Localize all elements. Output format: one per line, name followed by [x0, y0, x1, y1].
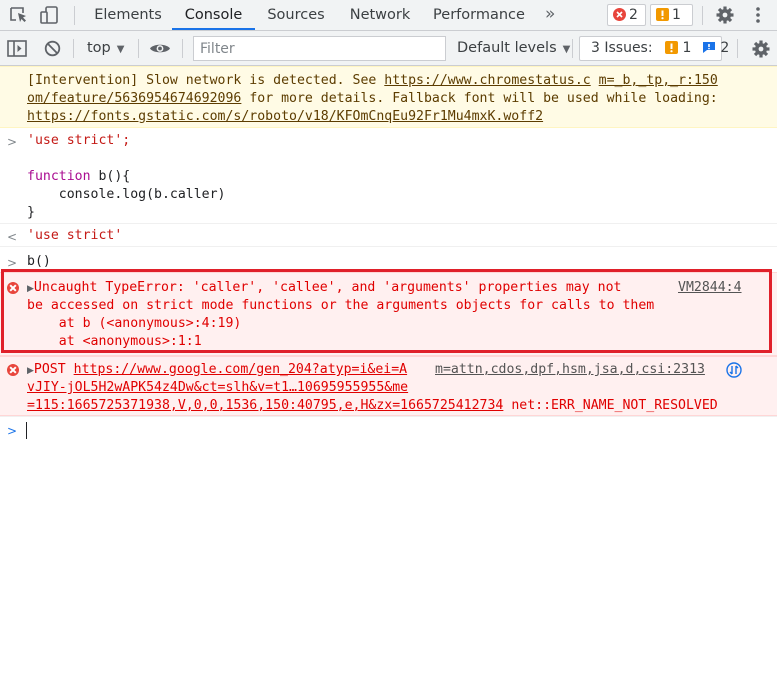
- error-line: ▶POST https://www.google.com/gen_204?aty…: [27, 361, 407, 380]
- kebab-menu-icon[interactable]: [754, 5, 762, 25]
- http-method: POST: [33, 362, 74, 377]
- console-prompt[interactable]: >: [0, 416, 777, 442]
- issues-info-count: 2: [720, 40, 730, 56]
- divider: [182, 39, 183, 58]
- console-input-entry: > 'use strict'; function b(){ console.lo…: [0, 129, 777, 224]
- device-toolbar-icon[interactable]: [40, 6, 60, 24]
- result-text: 'use strict': [27, 227, 122, 245]
- return-value-arrow-icon: <: [7, 230, 18, 244]
- console-toolbar: top ▼ Default levels ▼ 3 Issues: 1 2: [0, 31, 777, 66]
- errors-count: 2: [629, 7, 638, 23]
- error-message: ▶POST https://www.google.com/gen_204?aty…: [0, 356, 777, 416]
- sidebar-toggle-icon[interactable]: [7, 40, 27, 57]
- warnings-count-button[interactable]: 1: [650, 4, 693, 26]
- warning-source-link[interactable]: m=_b,_tp,_r:150: [599, 73, 718, 88]
- context-selector[interactable]: top ▼: [87, 31, 124, 65]
- filter-input[interactable]: [193, 36, 446, 61]
- code-text: }: [27, 205, 35, 220]
- log-levels-dropdown[interactable]: Default levels ▼: [457, 31, 570, 65]
- chromestatus-link-cont[interactable]: om/feature/5636954674692096: [27, 91, 241, 106]
- code-line: function b(){: [27, 168, 130, 186]
- tab-console[interactable]: Console: [172, 0, 255, 30]
- errors-count-button[interactable]: 2: [607, 4, 646, 26]
- divider: [702, 6, 703, 25]
- request-url-link[interactable]: https://www.google.com/gen_204?atyp=i&ei…: [74, 362, 407, 377]
- chevron-right-icon: >: [7, 135, 18, 149]
- more-tabs-button[interactable]: »: [545, 0, 555, 30]
- console-result-entry: < 'use strict': [0, 225, 777, 247]
- error-line: =115:1665725371938,V,0,0,1536,150:40795,…: [27, 397, 718, 415]
- code-line: }: [27, 204, 35, 222]
- string-value: 'use strict': [27, 228, 123, 243]
- divider: [138, 39, 139, 58]
- warning-icon: [665, 41, 679, 54]
- warning-message: [Intervention] Slow network is detected.…: [0, 66, 777, 128]
- context-label: top: [87, 40, 111, 56]
- log-levels-label: Default levels: [457, 40, 557, 56]
- text-cursor: [26, 422, 27, 439]
- tab-elements[interactable]: Elements: [84, 0, 172, 30]
- network-request-icon[interactable]: [726, 362, 742, 378]
- code-text: b(){: [90, 169, 131, 184]
- highlight-box: [1, 269, 772, 353]
- warning-icon: [656, 8, 669, 21]
- warning-text-part: [Intervention] Slow network is detected.…: [27, 73, 385, 88]
- divider: [73, 39, 74, 58]
- clear-console-icon[interactable]: [44, 40, 61, 57]
- error-source-link[interactable]: m=attn,cdos,dpf,hsm,jsa,d,csi:2313: [435, 361, 705, 379]
- eye-icon[interactable]: [149, 42, 171, 55]
- code-line: 'use strict';: [27, 132, 130, 150]
- font-url-link[interactable]: https://fonts.gstatic.com/s/roboto/v18/K…: [27, 109, 543, 124]
- error-status: net::ERR_NAME_NOT_RESOLVED: [503, 398, 718, 413]
- tab-sources[interactable]: Sources: [255, 0, 337, 30]
- error-icon: [7, 364, 19, 376]
- tab-network[interactable]: Network: [337, 0, 423, 30]
- divider: [737, 39, 738, 58]
- chevron-down-icon: ▼: [562, 44, 571, 55]
- request-url-link[interactable]: =115:1665725371938,V,0,0,1536,150:40795,…: [27, 398, 503, 413]
- gear-icon[interactable]: [715, 5, 735, 25]
- code-line: console.log(b.caller): [27, 186, 226, 204]
- divider: [572, 39, 573, 58]
- tab-performance[interactable]: Performance: [423, 0, 535, 30]
- code-text: console.log(b.caller): [27, 187, 226, 202]
- expand-triangle-icon[interactable]: ▶: [27, 366, 34, 376]
- info-message-icon: [702, 41, 716, 54]
- error-icon: [613, 8, 626, 21]
- gear-icon[interactable]: [751, 39, 771, 59]
- issues-warning-count: 1: [682, 40, 692, 56]
- inspect-element-icon[interactable]: [9, 6, 29, 24]
- devtools-tab-bar: Elements Console Sources Network Perform…: [0, 0, 777, 31]
- issues-label: 3 Issues:: [591, 40, 653, 56]
- divider: [74, 6, 75, 25]
- request-url-link[interactable]: vJIY-jOL5H2wAPK54z4Dw&ct=slh&v=t1…106959…: [27, 380, 408, 395]
- chevron-down-icon: ▼: [116, 44, 125, 55]
- chromestatus-link[interactable]: https://www.chromestatus.c: [384, 73, 590, 88]
- warnings-count: 1: [672, 7, 681, 23]
- chevron-right-icon: >: [7, 424, 18, 438]
- issues-button[interactable]: 3 Issues: 1 2: [579, 36, 729, 61]
- code-text: 'use strict';: [27, 133, 131, 148]
- error-line: vJIY-jOL5H2wAPK54z4Dw&ct=slh&v=t1…106959…: [27, 379, 408, 397]
- warning-text-part: for more details. Fallback font will be …: [241, 91, 718, 106]
- keyword-text: function: [27, 169, 91, 184]
- warning-text: [Intervention] Slow network is detected.…: [27, 72, 718, 126]
